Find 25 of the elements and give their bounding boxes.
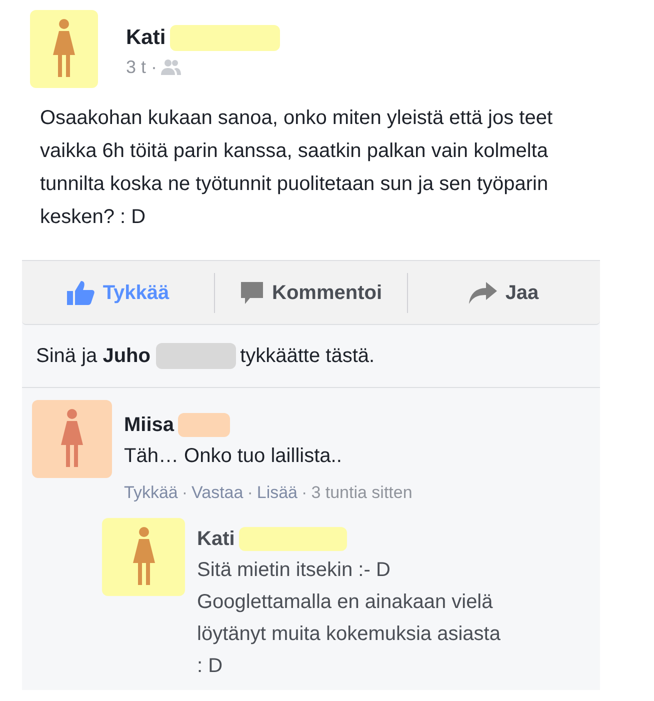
speech-bubble-icon bbox=[240, 280, 264, 304]
separator-dot: · bbox=[246, 482, 254, 504]
commenter-name[interactable]: Kati bbox=[197, 524, 235, 554]
avatar[interactable] bbox=[32, 400, 112, 478]
separator-dot: · bbox=[300, 482, 308, 504]
person-icon bbox=[60, 409, 84, 469]
commenter-name[interactable]: Miisa bbox=[124, 410, 174, 440]
comment-time: 3 tuntia sitten bbox=[311, 482, 412, 504]
person-icon bbox=[132, 526, 156, 586]
avatar[interactable] bbox=[30, 10, 98, 88]
share-button[interactable]: Jaa bbox=[408, 278, 600, 308]
thumbs-up-icon bbox=[66, 280, 95, 304]
person-icon bbox=[52, 19, 76, 79]
arrow-icon bbox=[469, 282, 498, 304]
comment-text: Sitä mietin itsekin :- D Googlettamalla en ainakaan vielä löytänyt muita kokemuksia asiasta : D bbox=[197, 558, 502, 678]
comment-button[interactable]: Kommentoi bbox=[215, 278, 407, 308]
avatar[interactable] bbox=[102, 518, 185, 596]
comment-text: Täh… Onko tuo laillista.. bbox=[124, 444, 343, 469]
redaction-block bbox=[178, 413, 230, 437]
friends-icon bbox=[161, 59, 182, 75]
likes-text: Sinä ja Juho bbox=[36, 344, 152, 369]
likes-text: tykkäätte tästä. bbox=[240, 344, 375, 369]
author-name[interactable]: Kati bbox=[126, 22, 166, 54]
separator-dot: · bbox=[180, 482, 189, 504]
post-text: Osaakohan kukaan sanoa, onko miten yleistä että jos teet vaikka 6h töitä parin kanssa, saatkin palkan vain kolmelta tunnilta koska ne työtunnit puolitetaan sun ja sen työparin kesken? : D bbox=[39, 106, 554, 230]
